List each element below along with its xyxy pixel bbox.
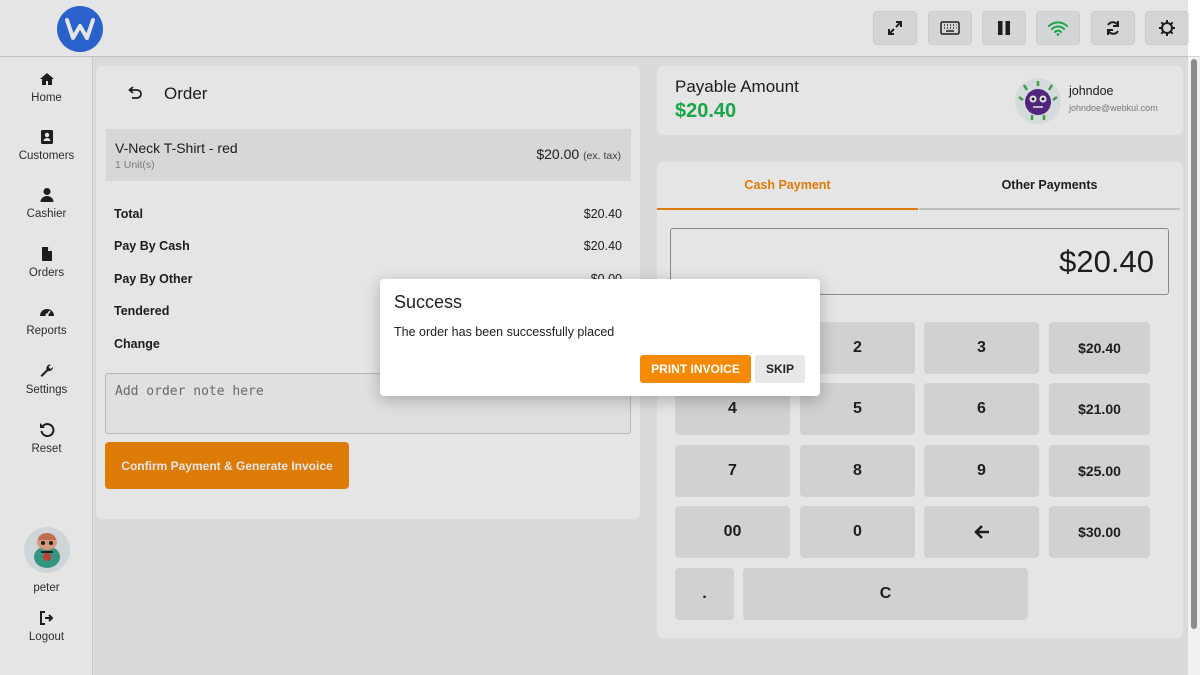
print-invoice-button[interactable]: PRINT INVOICE — [640, 355, 751, 383]
success-dialog: Success The order has been successfully … — [380, 279, 820, 396]
scrollbar-thumb[interactable] — [1191, 59, 1197, 629]
skip-button[interactable]: SKIP — [755, 355, 805, 383]
dialog-title: Success — [394, 292, 463, 312]
dialog-message: The order has been successfully placed — [394, 325, 615, 339]
scrollbar[interactable] — [1188, 57, 1200, 675]
